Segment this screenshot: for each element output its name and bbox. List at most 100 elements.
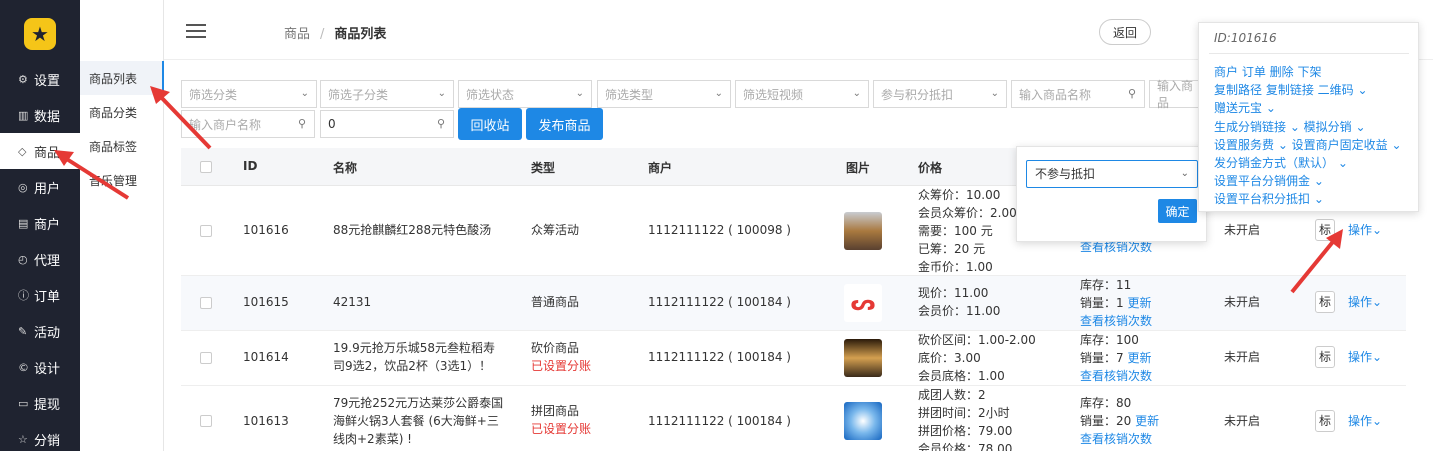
sidebar-item-label: 商户 bbox=[34, 217, 61, 233]
operation-dropdown[interactable]: 操作⌄ bbox=[1348, 348, 1382, 365]
stock-line: 库存：80 bbox=[1080, 396, 1132, 410]
row-checkbox[interactable] bbox=[200, 225, 212, 237]
chevron-down-icon: ⌄ bbox=[437, 88, 446, 99]
breadcrumb-root[interactable]: 商品 bbox=[284, 27, 310, 42]
ops-service-fee[interactable]: 设置服务费 ⌄ 设置商户固定收益 ⌄ bbox=[1214, 136, 1402, 153]
price-line: 需要：100 元 bbox=[918, 224, 993, 238]
row-checkbox[interactable] bbox=[200, 415, 212, 427]
popup-product-id: ID:101616 bbox=[1214, 31, 1277, 45]
deduct-option-select[interactable]: 不参与抵扣 ⌄ bbox=[1026, 160, 1198, 188]
chart-icon: ▥ bbox=[18, 108, 29, 122]
row-name: 线肉+2素菜) ! bbox=[333, 432, 412, 446]
sidebar-item-settings[interactable]: ⚙ 设置 bbox=[0, 61, 80, 97]
product-name-input[interactable]: 输入商品名称 ⚲ bbox=[1011, 80, 1145, 108]
table-row: 101613 79元抢252元万达莱莎公爵泰国 海鲜火锅3人套餐 (6大海鲜+三… bbox=[181, 386, 1406, 451]
sidebar-item-agents[interactable]: ◴ 代理 bbox=[0, 241, 80, 277]
status-select[interactable]: 筛选状态 ⌄ bbox=[458, 80, 592, 108]
ops-gift-ingot[interactable]: 赠送元宝 ⌄ bbox=[1214, 99, 1276, 116]
column-header-id[interactable]: ID bbox=[243, 159, 257, 173]
row-checkbox[interactable] bbox=[200, 352, 212, 364]
column-header-type: 类型 bbox=[531, 161, 556, 175]
operation-dropdown[interactable]: 操作⌄ bbox=[1348, 293, 1382, 310]
operations-popup: ID:101616 商户 订单 删除 下架 复制路径 复制链接 二维码 ⌄ 赠送… bbox=[1198, 22, 1419, 212]
operation-label: 操作 bbox=[1348, 414, 1373, 428]
menu-icon[interactable] bbox=[186, 24, 206, 38]
tag-button[interactable]: 标 bbox=[1315, 219, 1335, 241]
ops-distribution-method[interactable]: 发分销金方式（默认） ⌄ bbox=[1214, 154, 1348, 171]
view-verify-count-link[interactable]: 查看核销次数 bbox=[1080, 367, 1152, 385]
select-placeholder: 筛选分类 bbox=[189, 87, 238, 102]
tag-button[interactable]: 标 bbox=[1315, 291, 1335, 313]
clock-icon: ◴ bbox=[18, 252, 28, 266]
price-line: 砍价区间：1.00-2.00 bbox=[918, 333, 1036, 347]
sidebar-item-label: 提现 bbox=[34, 397, 61, 413]
popup-divider bbox=[1209, 53, 1409, 54]
tag-button[interactable]: 标 bbox=[1315, 346, 1335, 368]
operation-dropdown[interactable]: 操作⌄ bbox=[1348, 412, 1382, 429]
tag-button[interactable]: 标 bbox=[1315, 410, 1335, 432]
sidebar-item-users[interactable]: ◎ 用户 bbox=[0, 169, 80, 205]
row-status: 未开启 bbox=[1224, 350, 1261, 364]
sidebar-item-orders[interactable]: ⓘ 订单 bbox=[0, 277, 80, 313]
product-logo-icon[interactable]: ᔕ bbox=[844, 284, 882, 322]
ops-platform-commission[interactable]: 设置平台分销佣金 ⌄ bbox=[1214, 172, 1324, 189]
recycle-bin-button[interactable]: 回收站 bbox=[458, 108, 522, 140]
search-icon[interactable]: ⚲ bbox=[437, 117, 445, 130]
view-verify-count-link[interactable]: 查看核销次数 bbox=[1080, 312, 1152, 330]
id-input[interactable]: 0 ⚲ bbox=[320, 110, 454, 138]
subnav-item-music[interactable]: 音乐管理 bbox=[80, 163, 164, 197]
subnav-item-product-category[interactable]: 商品分类 bbox=[80, 95, 164, 129]
row-checkbox[interactable] bbox=[200, 297, 212, 309]
wallet-icon: ▭ bbox=[18, 396, 29, 410]
sidebar-item-activities[interactable]: ✎ 活动 bbox=[0, 313, 80, 349]
sidebar-item-products[interactable]: ◇ 商品 bbox=[0, 133, 80, 169]
chevron-down-icon: ⌄ bbox=[714, 88, 723, 99]
product-name-input-2[interactable]: 输入商品 bbox=[1149, 79, 1199, 110]
select-all-checkbox[interactable] bbox=[200, 161, 212, 173]
search-icon[interactable]: ⚲ bbox=[298, 117, 306, 130]
publish-product-button[interactable]: 发布商品 bbox=[526, 108, 603, 140]
row-name: 19.9元抢万乐城58元叁粒稻寿 bbox=[333, 341, 495, 355]
input-placeholder: 输入商户名称 bbox=[189, 117, 262, 132]
subnav-item-product-list[interactable]: 商品列表 bbox=[80, 61, 164, 95]
app-logo[interactable]: ★ bbox=[24, 18, 56, 50]
view-verify-count-link[interactable]: 查看核销次数 bbox=[1080, 430, 1159, 448]
price-line: 拼团时间：2小时 bbox=[918, 406, 1010, 420]
column-header-image: 图片 bbox=[846, 161, 871, 175]
update-sales-link[interactable]: 更新 bbox=[1135, 414, 1159, 428]
type-select[interactable]: 筛选类型 ⌄ bbox=[597, 80, 731, 108]
sidebar-item-withdraw[interactable]: ▭ 提现 bbox=[0, 385, 80, 421]
short-video-select[interactable]: 筛选短视频 ⌄ bbox=[735, 80, 869, 108]
row-status: 未开启 bbox=[1224, 223, 1261, 237]
ops-distribution-link[interactable]: 生成分销链接 ⌄ 模拟分销 ⌄ bbox=[1214, 118, 1366, 135]
search-icon[interactable]: ⚲ bbox=[1128, 87, 1136, 100]
price-line: 会员众筹价：2.00 bbox=[918, 206, 1017, 220]
confirm-button[interactable]: 确定 bbox=[1158, 199, 1197, 223]
subnav-item-product-tags[interactable]: 商品标签 bbox=[80, 129, 164, 163]
points-deduct-select[interactable]: 参与积分抵扣 ⌄ bbox=[873, 80, 1007, 108]
table-row: 101615 42131 普通商品 1112111122 ( 100184 ) … bbox=[181, 276, 1406, 331]
merchant-name-input[interactable]: 输入商户名称 ⚲ bbox=[181, 110, 315, 138]
sidebar-item-design[interactable]: © 设计 bbox=[0, 349, 80, 385]
back-button[interactable]: 返回 bbox=[1099, 19, 1151, 45]
product-thumbnail[interactable] bbox=[844, 339, 882, 377]
gear-icon: ⚙ bbox=[18, 72, 28, 86]
sidebar-item-merchants[interactable]: ▤ 商户 bbox=[0, 205, 80, 241]
ops-merchant-order-delete-offshelf[interactable]: 商户 订单 删除 下架 bbox=[1214, 63, 1321, 80]
sub-sidebar: 商品列表 商品分类 商品标签 音乐管理 bbox=[80, 0, 164, 451]
category-select[interactable]: 筛选分类 ⌄ bbox=[181, 80, 317, 108]
ops-platform-points-deduct[interactable]: 设置平台积分抵扣 ⌄ bbox=[1214, 190, 1324, 207]
update-sales-link[interactable]: 更新 bbox=[1127, 296, 1151, 310]
product-thumbnail[interactable] bbox=[844, 212, 882, 250]
sidebar-item-data[interactable]: ▥ 数据 bbox=[0, 97, 80, 133]
product-thumbnail[interactable] bbox=[844, 402, 882, 440]
sidebar-item-distribution[interactable]: ☆ 分销 bbox=[0, 421, 80, 451]
chevron-down-icon: ⌄ bbox=[1372, 350, 1383, 364]
update-sales-link[interactable]: 更新 bbox=[1127, 351, 1151, 365]
ops-copy-path-link-qrcode[interactable]: 复制路径 复制链接 二维码 ⌄ bbox=[1214, 81, 1368, 98]
star-icon: ★ bbox=[31, 22, 49, 46]
operation-dropdown[interactable]: 操作⌄ bbox=[1348, 221, 1382, 238]
column-header-name: 名称 bbox=[333, 161, 358, 175]
chevron-down-icon: ⌄ bbox=[1372, 295, 1383, 309]
subcategory-select[interactable]: 筛选子分类 ⌄ bbox=[320, 80, 454, 108]
